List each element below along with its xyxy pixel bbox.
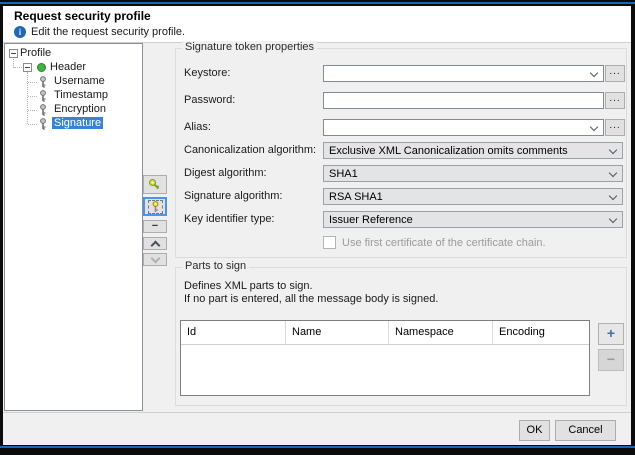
password-field[interactable] bbox=[323, 92, 604, 109]
key-icon bbox=[38, 104, 48, 116]
tree-node-encryption[interactable]: Encryption bbox=[5, 103, 142, 117]
key-icon bbox=[38, 90, 48, 102]
green-dot-icon bbox=[37, 63, 46, 72]
chevron-down-icon bbox=[609, 215, 617, 223]
group-title: Signature token properties bbox=[182, 41, 317, 53]
ok-button[interactable]: OK bbox=[519, 420, 550, 441]
key-icon bbox=[38, 118, 48, 130]
use-first-certificate-checkbox[interactable] bbox=[323, 236, 336, 249]
tree-node-signature[interactable]: Signature bbox=[5, 117, 142, 131]
keystore-label: Keystore: bbox=[184, 67, 230, 79]
parts-table-header: Id Name Namespace Encoding bbox=[181, 321, 589, 345]
move-down-button[interactable] bbox=[143, 253, 167, 266]
page-title: Request security profile bbox=[14, 9, 151, 23]
move-up-button[interactable] bbox=[143, 237, 167, 250]
signature-algorithm-label: Signature algorithm: bbox=[184, 190, 282, 202]
alias-label: Alias: bbox=[184, 121, 211, 133]
minus-icon: − bbox=[152, 222, 158, 231]
collapse-icon[interactable] bbox=[9, 49, 18, 58]
digest-algorithm-label: Digest algorithm: bbox=[184, 167, 267, 179]
chevron-down-icon bbox=[609, 169, 617, 177]
dialog-header: Request security profile i Edit the requ… bbox=[3, 6, 631, 43]
digest-algorithm-value: SHA1 bbox=[329, 168, 358, 180]
chevron-down-icon bbox=[150, 254, 160, 264]
tree-node-timestamp[interactable]: Timestamp bbox=[5, 89, 142, 103]
parts-table[interactable]: Id Name Namespace Encoding bbox=[180, 320, 590, 396]
remove-token-button[interactable]: − bbox=[143, 220, 167, 233]
tree-node-profile[interactable]: Profile bbox=[5, 47, 142, 61]
tree-node-label: Encryption bbox=[52, 103, 108, 115]
signature-token-properties-group: Signature token properties Keystore: ...… bbox=[175, 48, 627, 258]
key-identifier-type-value: Issuer Reference bbox=[329, 214, 413, 226]
selection-dashed-border bbox=[148, 200, 163, 214]
column-header-encoding[interactable]: Encoding bbox=[493, 321, 589, 344]
chevron-down-icon[interactable] bbox=[590, 69, 598, 77]
keystore-combo[interactable] bbox=[323, 65, 604, 82]
window-accent-top bbox=[0, 2, 635, 4]
footer-separator bbox=[3, 412, 631, 413]
chevron-down-icon bbox=[609, 146, 617, 154]
column-header-id[interactable]: Id bbox=[181, 321, 286, 344]
key-icon bbox=[38, 76, 48, 88]
canonicalization-algorithm-value: Exclusive XML Canonicalization omits com… bbox=[329, 145, 568, 157]
add-token-button[interactable] bbox=[143, 175, 167, 194]
remove-part-button[interactable]: − bbox=[598, 349, 624, 371]
column-header-namespace[interactable]: Namespace bbox=[389, 321, 493, 344]
signature-algorithm-value: RSA SHA1 bbox=[329, 191, 383, 203]
alias-browse-button[interactable]: ... bbox=[605, 119, 625, 136]
key-identifier-type-label: Key identifier type: bbox=[184, 213, 275, 225]
request-security-profile-dialog: Request security profile i Edit the requ… bbox=[3, 6, 631, 445]
tree-node-header[interactable]: Header bbox=[5, 61, 142, 75]
digest-algorithm-dropdown[interactable]: SHA1 bbox=[323, 165, 623, 182]
tree-node-label-selected: Signature bbox=[52, 117, 103, 129]
canonicalization-algorithm-label: Canonicalization algorithm: bbox=[184, 144, 316, 156]
group-title: Parts to sign bbox=[182, 260, 249, 272]
chevron-down-icon bbox=[609, 192, 617, 200]
key-plus-icon bbox=[147, 177, 163, 193]
tree-node-username[interactable]: Username bbox=[5, 75, 142, 89]
tree-node-label: Profile bbox=[20, 47, 51, 59]
signature-algorithm-dropdown[interactable]: RSA SHA1 bbox=[323, 188, 623, 205]
chevron-up-icon bbox=[150, 240, 160, 250]
insert-token-button[interactable] bbox=[143, 197, 167, 216]
cancel-button[interactable]: Cancel bbox=[555, 420, 616, 441]
parts-table-body[interactable] bbox=[181, 345, 589, 397]
tree-node-label: Timestamp bbox=[52, 89, 110, 101]
collapse-icon[interactable] bbox=[23, 63, 32, 72]
tree-node-label: Username bbox=[52, 75, 107, 87]
parts-description-line1: Defines XML parts to sign. bbox=[184, 280, 313, 292]
dialog-subtitle: Edit the request security profile. bbox=[31, 26, 185, 38]
key-dashed-icon bbox=[150, 201, 161, 213]
chevron-down-icon[interactable] bbox=[590, 123, 598, 131]
keystore-browse-button[interactable]: ... bbox=[605, 65, 625, 82]
column-header-name[interactable]: Name bbox=[286, 321, 389, 344]
info-icon: i bbox=[14, 26, 26, 38]
parts-description-line2: If no part is entered, all the message b… bbox=[184, 293, 438, 305]
window-accent-bottom bbox=[0, 446, 635, 448]
parts-to-sign-group: Parts to sign Defines XML parts to sign.… bbox=[175, 267, 627, 406]
key-identifier-type-dropdown[interactable]: Issuer Reference bbox=[323, 211, 623, 228]
canonicalization-algorithm-dropdown[interactable]: Exclusive XML Canonicalization omits com… bbox=[323, 142, 623, 159]
alias-combo[interactable] bbox=[323, 119, 604, 136]
profile-tree: Profile Header Username Timestamp Encryp… bbox=[4, 43, 143, 411]
tree-node-label: Header bbox=[50, 61, 86, 73]
add-part-button[interactable]: + bbox=[598, 323, 624, 345]
use-first-certificate-label: Use first certificate of the certificate… bbox=[342, 237, 546, 249]
password-browse-button[interactable]: ... bbox=[605, 92, 625, 109]
password-label: Password: bbox=[184, 94, 235, 106]
